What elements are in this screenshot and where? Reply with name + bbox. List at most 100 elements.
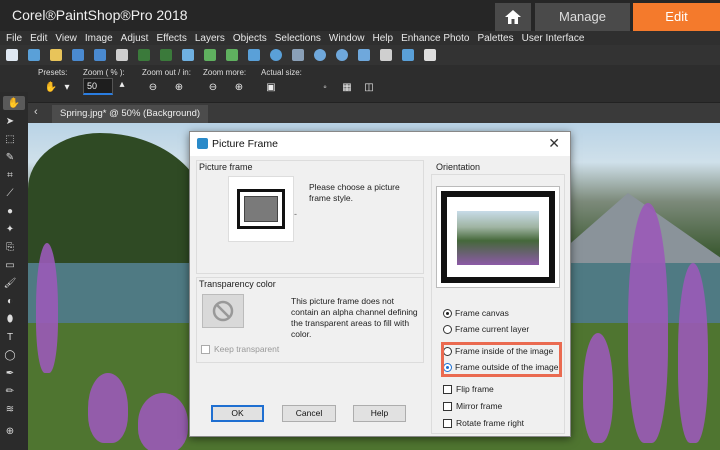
frame-current-layer-radio-dot: [443, 324, 452, 334]
frame-preview: [436, 186, 560, 288]
zoom-out-button-icon[interactable]: ⊖: [146, 81, 160, 93]
save-icon[interactable]: [72, 49, 84, 61]
view-mode-icon[interactable]: [402, 49, 414, 61]
menu-image[interactable]: Image: [85, 33, 113, 44]
save-as-icon[interactable]: [94, 49, 106, 61]
selection-tool-icon[interactable]: ⬚: [3, 132, 17, 146]
warp-tool-icon[interactable]: ≋: [3, 402, 17, 416]
print-icon[interactable]: [116, 49, 128, 61]
mirror-frame-checkbox[interactable]: Mirror frame: [443, 401, 502, 411]
redo-icon[interactable]: [160, 49, 172, 61]
info-icon[interactable]: [270, 49, 282, 61]
presets-dropdown-icon[interactable]: ▾: [60, 81, 74, 93]
menu-user-interface[interactable]: User Interface: [522, 33, 585, 44]
flip-frame-checkbox[interactable]: Flip frame: [443, 384, 494, 394]
picture-frame-label: Picture frame: [199, 162, 253, 172]
fit-image-icon[interactable]: ▦: [340, 81, 354, 93]
actual-size-icon[interactable]: ▣: [264, 81, 278, 93]
help-button[interactable]: Help: [353, 405, 406, 422]
fit-icon[interactable]: [358, 49, 370, 61]
menu-palettes[interactable]: Palettes: [477, 33, 513, 44]
menu-objects[interactable]: Objects: [233, 33, 267, 44]
fit-screen-icon[interactable]: ◫: [362, 81, 376, 93]
color-replacer-icon[interactable]: ⬮: [3, 312, 17, 326]
ruler-icon[interactable]: [380, 49, 392, 61]
paint-brush-icon[interactable]: 🖌: [3, 276, 17, 290]
resize-icon[interactable]: [248, 49, 260, 61]
copy-icon[interactable]: [424, 49, 436, 61]
canvas-flower: [88, 373, 128, 443]
zoom-more-out-icon[interactable]: ⊖: [206, 81, 220, 93]
crop-tool-icon[interactable]: ⌗: [3, 168, 17, 182]
layers-icon[interactable]: [292, 49, 304, 61]
ok-button[interactable]: OK: [211, 405, 264, 422]
rotate-frame-right-box: [443, 418, 452, 428]
dropper-tool-icon[interactable]: ✎: [3, 150, 17, 164]
keep-transparent-checkbox[interactable]: Keep transparent: [201, 344, 279, 354]
preview-mat: [447, 197, 549, 277]
zoom-more-in-icon[interactable]: ⊕: [232, 81, 246, 93]
transparency-color-swatch: [202, 294, 244, 328]
close-icon[interactable]: ✕: [548, 135, 560, 152]
art-media-icon[interactable]: ✏: [3, 384, 17, 398]
text-tool-icon[interactable]: T: [3, 330, 17, 344]
document-tab-spring[interactable]: Spring.jpg* @ 50% (Background): [52, 105, 209, 123]
shape-tool-icon[interactable]: ◯: [3, 348, 17, 362]
tab-manage[interactable]: Manage: [535, 3, 630, 31]
menu-effects[interactable]: Effects: [156, 33, 186, 44]
menu-layers[interactable]: Layers: [195, 33, 225, 44]
new-file-icon[interactable]: [6, 49, 18, 61]
zoom-input[interactable]: 50: [83, 78, 113, 95]
rotate-left-icon[interactable]: [204, 49, 216, 61]
menu-file[interactable]: File: [6, 33, 22, 44]
keep-transparent-label: Keep transparent: [214, 344, 280, 354]
rotate-frame-right-checkbox[interactable]: Rotate frame right: [443, 418, 524, 428]
zoom-spin-icon[interactable]: ▴: [115, 78, 129, 90]
presets-label: Presets:: [38, 68, 68, 77]
presets-hand-icon[interactable]: ✋: [44, 81, 58, 93]
pick-tool-icon[interactable]: ➤: [3, 114, 17, 128]
red-eye-tool-icon[interactable]: ●: [3, 204, 17, 218]
flip-frame-label: Flip frame: [456, 384, 494, 394]
rotate-right-icon[interactable]: [226, 49, 238, 61]
menu-view[interactable]: View: [55, 33, 77, 44]
orientation-label: Orientation: [436, 162, 481, 172]
menu-bar: File Edit View Image Adjust Effects Laye…: [0, 31, 720, 45]
clone-tool-icon[interactable]: ⎘: [3, 240, 17, 254]
add-tool-icon[interactable]: ⊕: [3, 424, 17, 438]
canvas-flower: [678, 263, 708, 443]
zoom-in-button-icon[interactable]: ⊕: [172, 81, 186, 93]
mirror-frame-box: [443, 401, 452, 411]
tab-scroll-left-icon[interactable]: ‹: [34, 106, 38, 118]
makeover-tool-icon[interactable]: ✦: [3, 222, 17, 236]
cancel-button[interactable]: Cancel: [282, 405, 336, 422]
pen-tool-icon[interactable]: ✒: [3, 366, 17, 380]
frame-current-layer-label: Frame current layer: [455, 324, 530, 334]
zoom-in-icon[interactable]: [314, 49, 326, 61]
new-image-icon[interactable]: [28, 49, 40, 61]
fit-window-icon[interactable]: ◦: [318, 81, 332, 93]
home-icon: [505, 10, 521, 24]
home-button[interactable]: [495, 3, 531, 31]
menu-enhance-photo[interactable]: Enhance Photo: [401, 33, 469, 44]
pan-tool-icon[interactable]: ✋: [3, 96, 25, 110]
frame-style-thumbnail[interactable]: [228, 176, 294, 242]
frame-current-layer-radio[interactable]: Frame current layer: [443, 324, 529, 334]
menu-adjust[interactable]: Adjust: [121, 33, 149, 44]
menu-help[interactable]: Help: [372, 33, 393, 44]
menu-edit[interactable]: Edit: [30, 33, 47, 44]
zoom-out-icon[interactable]: [336, 49, 348, 61]
menu-selections[interactable]: Selections: [275, 33, 321, 44]
dodge-tool-icon[interactable]: ◐: [3, 294, 17, 308]
frame-name-dash: -: [294, 209, 297, 219]
tab-edit[interactable]: Edit: [633, 3, 720, 31]
frame-style-hint: Please choose a picture frame style.: [309, 182, 400, 203]
undo-icon[interactable]: [138, 49, 150, 61]
tool-options-bar: Presets: ✋ ▾ Zoom ( % ): 50 ▴ Zoom out /…: [0, 65, 720, 103]
scratch-remover-icon[interactable]: ▭: [3, 258, 17, 272]
crop-icon[interactable]: [182, 49, 194, 61]
menu-window[interactable]: Window: [329, 33, 365, 44]
frame-canvas-radio[interactable]: Frame canvas: [443, 308, 509, 318]
open-icon[interactable]: [50, 49, 62, 61]
straighten-tool-icon[interactable]: ⟋: [3, 186, 17, 200]
